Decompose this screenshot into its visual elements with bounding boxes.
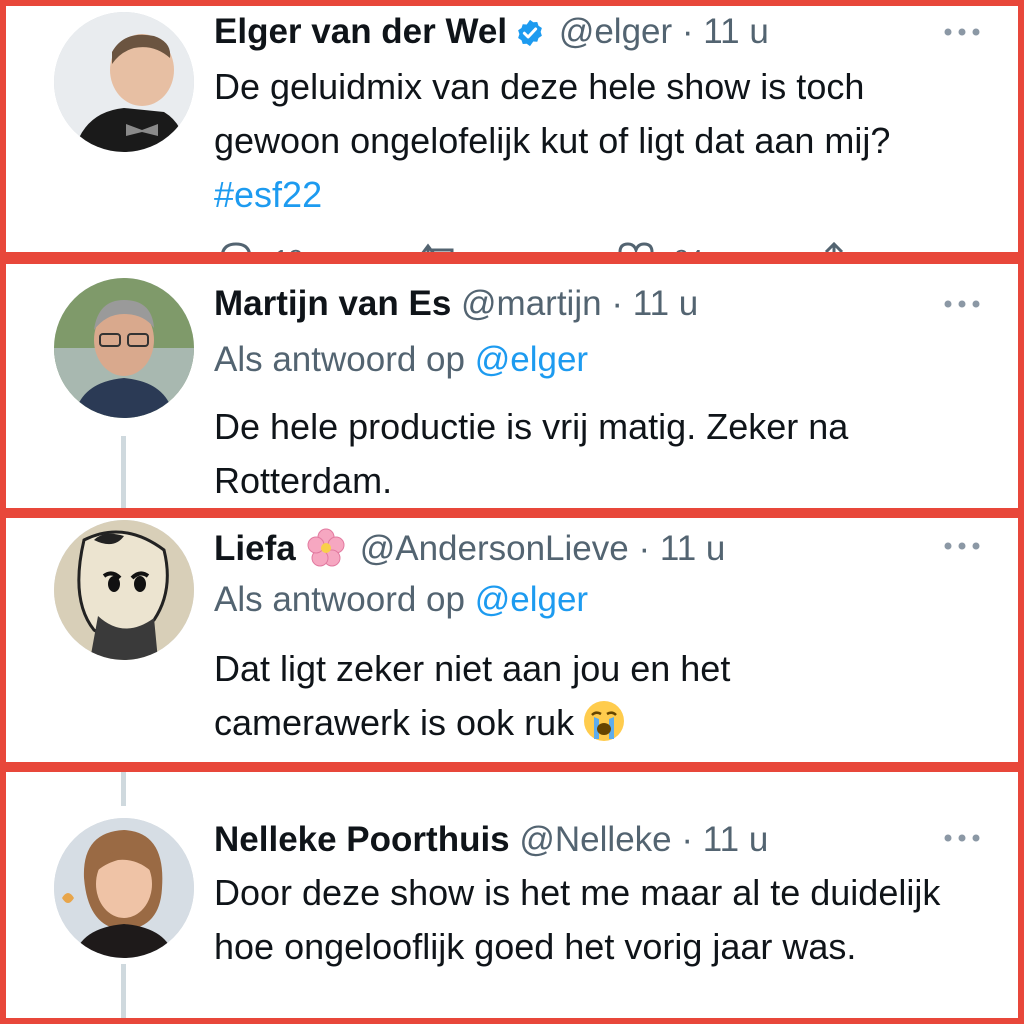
tweet-card-elger[interactable]: Elger van der Wel @elger · 11 u De gelui… (0, 0, 1024, 258)
tweet-header: Elger van der Wel @elger · 11 u (214, 12, 769, 57)
author-name[interactable]: Martijn van Es (214, 284, 451, 323)
more-options-icon[interactable] (942, 828, 982, 848)
meta-separator: · (681, 820, 694, 859)
replying-to: Als antwoord op @elger (214, 580, 588, 620)
tweet-timestamp[interactable]: 11 u (703, 820, 769, 859)
author-handle[interactable]: @AndersonLieve (360, 529, 629, 568)
heart-icon (618, 242, 654, 252)
tweet-card-liefa[interactable]: Liefa @AndersonLieve · 11 u Als antwoord … (0, 512, 1024, 768)
avatar-nelleke[interactable] (54, 818, 194, 958)
loudly-crying-face-icon (582, 699, 626, 758)
thread-line (121, 772, 126, 806)
tweet-card-nelleke[interactable]: Nelleke Poorthuis @Nelleke · 11 u Door d… (0, 766, 1024, 1024)
tweet-timestamp[interactable]: 11 u (660, 529, 726, 568)
tweet-text: De geluidmix van deze hele show is toch … (214, 60, 994, 222)
like-button[interactable]: 24 (614, 238, 703, 252)
tweet-text-main: Dat ligt zeker niet aan jou en het camer… (214, 648, 731, 743)
avatar-elger[interactable] (54, 12, 194, 152)
tweet-text-main: De geluidmix van deze hele show is toch … (214, 66, 891, 161)
author-handle[interactable]: @elger (559, 12, 672, 51)
avatar-liefa-image (54, 520, 194, 660)
share-button[interactable] (814, 238, 854, 252)
avatar-elger-image (54, 12, 194, 152)
author-name[interactable]: Nelleke Poorthuis (214, 820, 510, 859)
more-options-icon[interactable] (942, 536, 982, 556)
tweet-timestamp[interactable]: 11 u (633, 284, 699, 323)
avatar-liefa[interactable] (54, 520, 194, 660)
tweet-card-martijn[interactable]: Martijn van Es @martijn · 11 u Als antwo… (0, 258, 1024, 514)
replying-to-handle[interactable]: @elger (475, 580, 588, 619)
author-handle[interactable]: @Nelleke (519, 820, 671, 859)
verified-badge-icon (515, 17, 545, 57)
replying-to-label: Als antwoord op (214, 580, 465, 619)
meta-separator: · (611, 284, 623, 323)
avatar-nelleke-image (54, 818, 194, 958)
more-options-icon[interactable] (942, 22, 982, 42)
author-name[interactable]: Elger van der Wel (214, 12, 507, 51)
replying-to-label: Als antwoord op (214, 340, 465, 379)
replying-to: Als antwoord op @elger (214, 340, 588, 380)
tweet-header: Liefa @AndersonLieve · 11 u (214, 528, 725, 577)
meta-separator: · (681, 12, 694, 51)
thread-line (121, 436, 126, 508)
author-handle[interactable]: @martijn (461, 284, 602, 323)
tweet-header: Martijn van Es @martijn · 11 u (214, 284, 698, 324)
tweet-text: Door deze show is het me maar al te duid… (214, 872, 941, 967)
reply-count: 13 (274, 244, 303, 252)
author-name[interactable]: Liefa (214, 529, 296, 568)
cherry-blossom-icon (306, 528, 346, 577)
tweet-timestamp[interactable]: 11 u (703, 12, 769, 51)
tweet-text: De hele productie is vrij matig. Zeker n… (214, 406, 849, 501)
reply-button[interactable]: 13 (214, 238, 303, 252)
hashtag-link[interactable]: #esf22 (214, 174, 322, 215)
share-icon (824, 241, 844, 252)
reply-icon (221, 242, 251, 252)
like-count: 24 (674, 244, 703, 252)
tweet-header: Nelleke Poorthuis @Nelleke · 11 u (214, 820, 768, 860)
retweet-icon (421, 243, 454, 252)
avatar-martijn[interactable] (54, 278, 194, 418)
replying-to-handle[interactable]: @elger (475, 340, 588, 379)
tweet-actions: 13 24 (214, 238, 874, 252)
thread-line (121, 964, 126, 1018)
meta-separator: · (638, 529, 651, 568)
retweet-button[interactable] (414, 238, 466, 252)
avatar-martijn-image (54, 278, 194, 418)
more-options-icon[interactable] (942, 294, 982, 314)
tweet-text: Dat ligt zeker niet aan jou en het camer… (214, 642, 854, 758)
